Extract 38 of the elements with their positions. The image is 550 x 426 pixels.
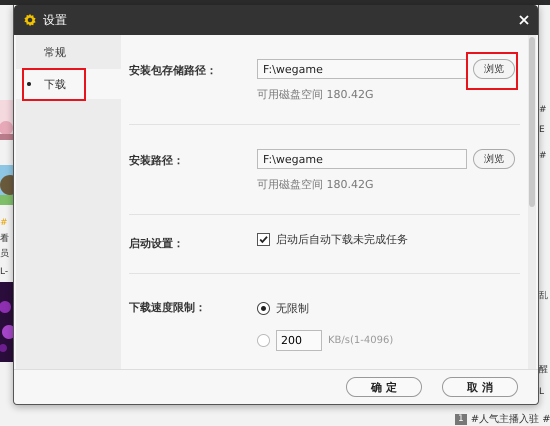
setting-label: 下载速度限制： [129, 300, 207, 316]
dialog-button[interactable]: 确 定 [346, 377, 422, 397]
text-fragment: 看 [0, 233, 9, 245]
text-fragment: 员 [0, 248, 9, 260]
dialog-button[interactable]: 取 消 [442, 377, 518, 397]
text-fragment: 醒 [539, 364, 548, 376]
window-title: 设置 [43, 12, 68, 28]
text-fragment: # [539, 150, 547, 162]
text-fragment: # [539, 104, 547, 116]
text-fragment: # [0, 217, 8, 229]
unit-text: KB/s(1-4096) [328, 334, 394, 346]
setting-label: 安装路径： [129, 153, 185, 169]
browse-button[interactable]: 浏览 [473, 149, 515, 169]
radio-button[interactable] [257, 334, 270, 346]
sidebar-item[interactable]: 常规 [16, 37, 121, 67]
path-field[interactable]: F:\wegame [257, 149, 467, 169]
close-icon[interactable] [519, 15, 529, 25]
setting-label: 安装包存储路径： [129, 63, 218, 79]
checkbox-label[interactable]: 启动后自动下载未完成任务 [276, 232, 408, 247]
gear-icon [23, 13, 37, 27]
text-fragment: L- [0, 266, 8, 278]
text-fragment: E [539, 124, 545, 136]
scrollbar[interactable] [528, 35, 536, 369]
path-field[interactable]: F:\wegame [257, 59, 467, 79]
disk-space-text: 可用磁盘空间 180.42G [257, 87, 375, 102]
radio-button[interactable] [257, 302, 270, 314]
sidebar-item[interactable]: 下载 [16, 69, 121, 99]
disk-space-text: 可用磁盘空间 180.42G [257, 177, 375, 192]
scroll-thumb[interactable] [529, 37, 535, 207]
rank-badge: 1 [455, 414, 467, 424]
speed-field[interactable]: 200 [276, 330, 322, 350]
text-fragment: 乱 [539, 290, 548, 302]
browse-button[interactable]: 浏览 [473, 59, 515, 79]
text-fragment: L [539, 386, 544, 398]
radio-label[interactable]: 无限制 [276, 300, 309, 316]
checkbox[interactable] [257, 233, 270, 246]
setting-label: 启动设置： [129, 236, 185, 252]
topic-text[interactable]: #人气主播入驻 # [470, 412, 550, 426]
